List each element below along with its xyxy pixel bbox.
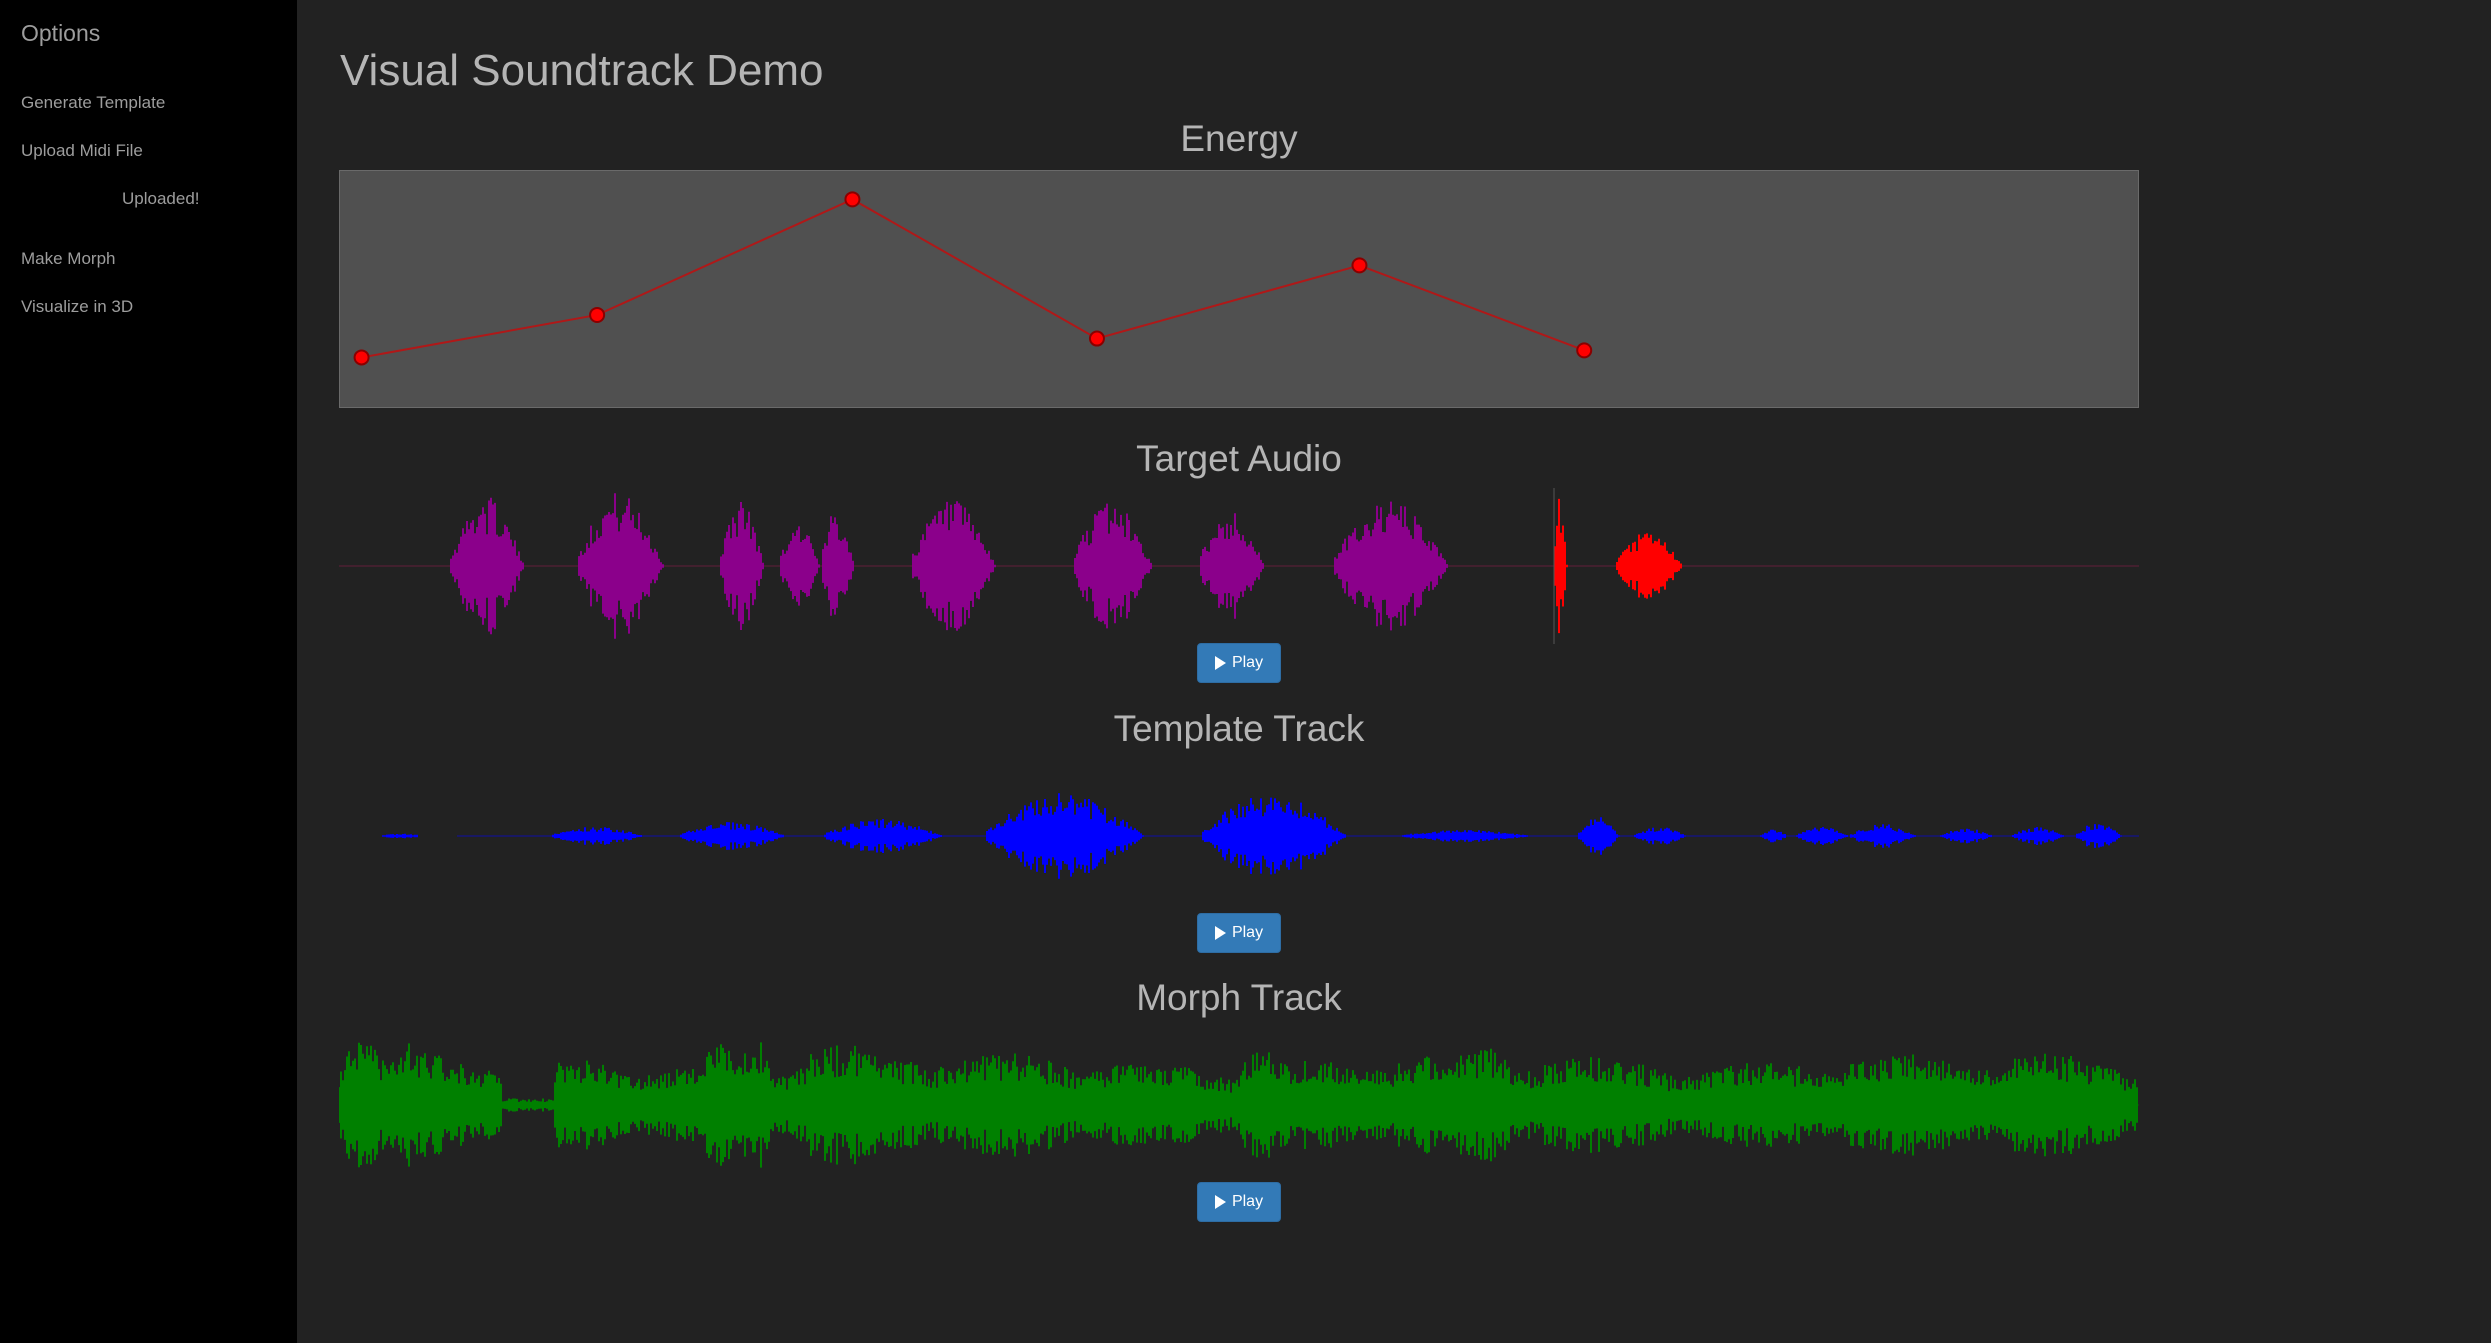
morph-track-heading: Morph Track xyxy=(1136,977,1342,1018)
play-icon xyxy=(1214,656,1226,670)
sidebar: Options Generate Template Upload Midi Fi… xyxy=(0,0,297,1343)
visualize-3d-link[interactable]: Visualize in 3D xyxy=(21,297,133,317)
energy-control-point[interactable] xyxy=(353,349,370,366)
make-morph-link[interactable]: Make Morph xyxy=(21,249,115,269)
energy-control-point[interactable] xyxy=(589,306,606,323)
energy-control-point[interactable] xyxy=(1088,330,1105,347)
target-audio-waveform[interactable] xyxy=(339,488,2139,644)
energy-heading: Energy xyxy=(1180,118,1298,159)
play-label: Play xyxy=(1231,654,1264,671)
energy-curve[interactable] xyxy=(340,171,2138,407)
morph-track-waveform[interactable] xyxy=(339,1027,2139,1183)
template-track-waveform[interactable] xyxy=(339,758,2139,914)
energy-line xyxy=(361,198,1585,359)
play-icon xyxy=(1214,1195,1226,1209)
template-track-play-button[interactable]: Play xyxy=(1197,913,1281,953)
main-content: Visual Soundtrack Demo Energy Target Aud… xyxy=(297,0,2491,1343)
morph-track-play-button[interactable]: Play xyxy=(1197,1182,1281,1222)
play-label: Play xyxy=(1231,1193,1264,1210)
energy-control-point[interactable] xyxy=(1576,342,1593,359)
target-audio-play-button[interactable]: Play xyxy=(1197,643,1281,683)
energy-control-point[interactable] xyxy=(844,191,861,208)
sidebar-title: Options xyxy=(21,20,101,46)
upload-status: Uploaded! xyxy=(122,189,200,208)
template-track-heading: Template Track xyxy=(1113,708,1365,749)
play-icon xyxy=(1214,926,1226,940)
target-audio-heading: Target Audio xyxy=(1136,438,1342,479)
page-title: Visual Soundtrack Demo xyxy=(340,46,824,95)
upload-midi-file-link[interactable]: Upload Midi File xyxy=(21,141,143,161)
energy-control-point[interactable] xyxy=(1351,257,1368,274)
play-label: Play xyxy=(1231,924,1264,941)
generate-template-link[interactable]: Generate Template xyxy=(21,93,165,113)
energy-editor[interactable] xyxy=(339,170,2139,408)
